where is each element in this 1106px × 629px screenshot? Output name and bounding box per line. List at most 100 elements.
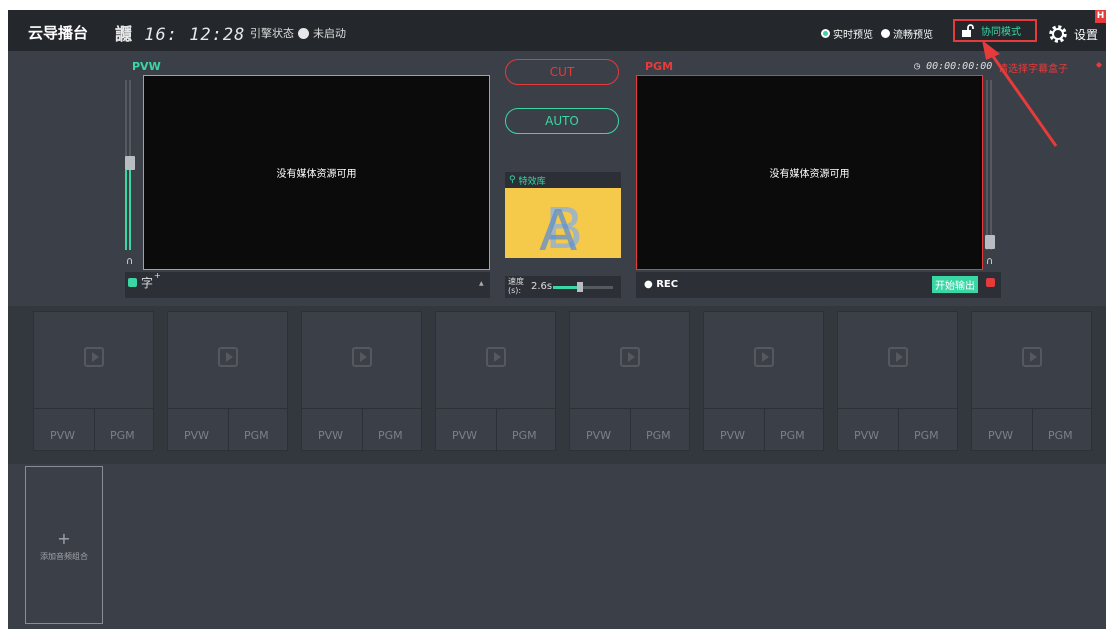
source-tile[interactable]: PVW PGM bbox=[33, 311, 154, 452]
pgm-timecode: ◷ 00:00:00:00 bbox=[914, 61, 992, 72]
play-icon[interactable] bbox=[888, 347, 908, 367]
play-icon[interactable] bbox=[352, 347, 372, 367]
effects-library-header[interactable]: ⚲ 特效库 bbox=[505, 172, 621, 188]
pgm-volume-slider[interactable] bbox=[985, 235, 995, 249]
engine-status-dot bbox=[298, 27, 309, 39]
tile-pvw-button[interactable]: PVW bbox=[318, 429, 343, 442]
subtitle-box-select[interactable]: 请选择字幕盒子 ◆ bbox=[994, 60, 1106, 76]
speed-value: 2.6s bbox=[531, 281, 553, 292]
top-bar: 云导播台 讔 16: 12:28 引擎状态 未启动 实时预览 流畅预览 协同模式 bbox=[8, 10, 1106, 51]
pvw-volume-level-left bbox=[125, 170, 127, 250]
svg-text:A: A bbox=[539, 199, 577, 258]
tile-divider-vertical bbox=[898, 408, 899, 452]
collab-mode-button[interactable]: 协同模式 bbox=[953, 19, 1037, 42]
unlock-icon bbox=[962, 23, 974, 37]
clock-icon: 讔 bbox=[115, 25, 133, 45]
pvw-volume-slider[interactable] bbox=[125, 156, 135, 170]
tile-divider-vertical bbox=[362, 408, 363, 452]
preview-smooth-option[interactable]: 流畅预览 bbox=[881, 26, 933, 41]
play-icon[interactable] bbox=[486, 347, 506, 367]
speed-slider-thumb[interactable] bbox=[577, 282, 583, 292]
collab-mode-label: 协同模式 bbox=[981, 27, 1021, 38]
play-icon[interactable] bbox=[620, 347, 640, 367]
tile-pgm-button[interactable]: PGM bbox=[378, 429, 403, 442]
timer-icon: ◷ bbox=[914, 61, 921, 72]
tile-pvw-button[interactable]: PVW bbox=[854, 429, 879, 442]
pvw-cube-icon[interactable] bbox=[128, 278, 137, 287]
source-tile[interactable]: PVW PGM bbox=[301, 311, 422, 452]
tile-divider-vertical bbox=[630, 408, 631, 452]
tile-pgm-button[interactable]: PGM bbox=[512, 429, 537, 442]
tile-divider-vertical bbox=[94, 408, 95, 452]
radio-selected-icon bbox=[821, 29, 830, 38]
pgm-volume-track-right bbox=[990, 80, 992, 250]
tile-pgm-button[interactable]: PGM bbox=[244, 429, 269, 442]
pvw-volume-level-right bbox=[129, 170, 131, 250]
source-tile[interactable]: PVW PGM bbox=[167, 311, 288, 452]
add-audio-group-card[interactable]: + 添加音频组合 bbox=[25, 466, 103, 624]
clock-time: 16: 12:28 bbox=[144, 25, 246, 45]
play-icon[interactable] bbox=[84, 347, 104, 367]
pvw-caret-icon[interactable]: ▲ bbox=[479, 280, 484, 287]
rec-indicator[interactable]: ● REC bbox=[644, 279, 678, 290]
preview-realtime-label: 实时预览 bbox=[833, 30, 873, 41]
effects-icon: ⚲ bbox=[509, 175, 516, 185]
annotation-arrow bbox=[982, 40, 1058, 147]
tile-pvw-button[interactable]: PVW bbox=[184, 429, 209, 442]
pvw-no-media-text: 没有媒体资源可用 bbox=[276, 169, 357, 180]
radio-unselected-icon bbox=[881, 29, 890, 38]
source-tile[interactable]: PVW PGM bbox=[971, 311, 1092, 452]
subtitle-box-select-text: 请选择字幕盒子 bbox=[998, 64, 1068, 75]
pgm-cube-icon[interactable] bbox=[986, 278, 995, 287]
play-icon[interactable] bbox=[754, 347, 774, 367]
tile-pvw-button[interactable]: PVW bbox=[720, 429, 745, 442]
tile-pvw-button[interactable]: PVW bbox=[50, 429, 75, 442]
engine-status: 引擎状态 未启动 bbox=[250, 25, 346, 41]
tile-divider-vertical bbox=[228, 408, 229, 452]
effect-ab-icon: B A bbox=[539, 197, 583, 264]
pgm-no-media-text: 没有媒体资源可用 bbox=[769, 169, 850, 180]
tile-pvw-button[interactable]: PVW bbox=[988, 429, 1013, 442]
add-audio-group-label: 添加音频组合 bbox=[40, 552, 88, 561]
subtitle-icon[interactable]: 字 bbox=[141, 274, 153, 291]
tile-divider-vertical bbox=[764, 408, 765, 452]
auto-button[interactable]: AUTO bbox=[505, 108, 619, 134]
pvw-label: PVW bbox=[132, 60, 161, 73]
tile-pgm-button[interactable]: PGM bbox=[110, 429, 135, 442]
effects-label: 特效库 bbox=[518, 176, 546, 187]
source-tile[interactable]: PVW PGM bbox=[703, 311, 824, 452]
pgm-screen[interactable]: 没有媒体资源可用 bbox=[636, 75, 983, 270]
pgm-volume-track-left bbox=[986, 80, 988, 250]
select-arrows-icon: ◆ bbox=[1095, 60, 1102, 69]
source-tile[interactable]: PVW PGM bbox=[837, 311, 958, 452]
tile-divider-vertical bbox=[1032, 408, 1033, 452]
pgm-label: PGM bbox=[645, 60, 674, 73]
tile-pgm-button[interactable]: PGM bbox=[646, 429, 671, 442]
tile-pgm-button[interactable]: PGM bbox=[1048, 429, 1073, 442]
pgm-toolbar: ● REC 开始输出 bbox=[636, 272, 1001, 298]
pvw-screen[interactable]: 没有媒体资源可用 bbox=[143, 75, 490, 270]
tile-pvw-button[interactable]: PVW bbox=[586, 429, 611, 442]
play-icon[interactable] bbox=[1022, 347, 1042, 367]
corner-badge: H bbox=[1095, 10, 1106, 23]
clock-display: 讔 16: 12:28 bbox=[115, 20, 245, 45]
source-tile[interactable]: PVW PGM bbox=[569, 311, 690, 452]
plus-icon: + bbox=[57, 529, 71, 548]
tile-pgm-button[interactable]: PGM bbox=[780, 429, 805, 442]
tile-pgm-button[interactable]: PGM bbox=[914, 429, 939, 442]
subtitle-plus-icon[interactable]: + bbox=[154, 271, 161, 280]
engine-label: 引擎状态 bbox=[250, 27, 294, 40]
tile-pvw-button[interactable]: PVW bbox=[452, 429, 477, 442]
start-output-button[interactable]: 开始输出 bbox=[932, 276, 978, 293]
source-tile[interactable]: PVW PGM bbox=[435, 311, 556, 452]
effect-thumbnail[interactable]: B A bbox=[505, 188, 621, 264]
transition-speed: 速度 (s): 2.6s bbox=[505, 276, 621, 298]
play-icon[interactable] bbox=[218, 347, 238, 367]
preview-realtime-option[interactable]: 实时预览 bbox=[821, 26, 873, 41]
tile-divider-vertical bbox=[496, 408, 497, 452]
pgm-headphone-icon[interactable]: ∩ bbox=[986, 256, 993, 267]
pvw-headphone-icon[interactable]: ∩ bbox=[126, 256, 133, 267]
cut-button[interactable]: CUT bbox=[505, 59, 619, 85]
speed-label: 速度 (s): bbox=[508, 277, 524, 295]
settings-label: 设置 bbox=[1074, 27, 1099, 42]
